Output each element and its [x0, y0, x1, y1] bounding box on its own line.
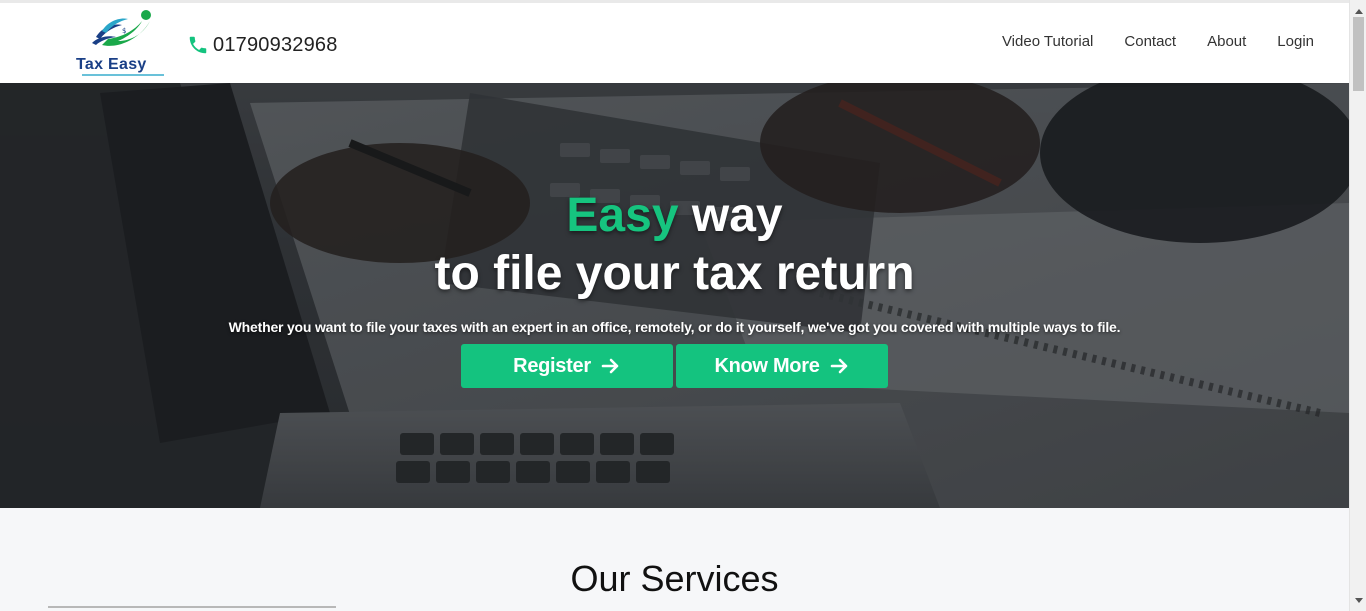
nav-link-video-tutorial[interactable]: Video Tutorial — [1002, 33, 1093, 50]
scrollbar-thumb[interactable] — [1353, 17, 1364, 91]
services-title: Our Services — [570, 558, 779, 599]
arrow-right-icon — [830, 358, 847, 374]
hero-section: Easy way to file your tax return Whether… — [0, 83, 1349, 508]
hero-title-line1: way — [691, 189, 783, 242]
nav-link-about[interactable]: About — [1207, 33, 1246, 50]
nav-link-login[interactable]: Login — [1277, 33, 1314, 50]
arrow-right-icon — [601, 358, 619, 374]
know-more-button[interactable]: Know More — [676, 344, 888, 388]
logo-text: Tax Easy — [76, 56, 147, 73]
hero-title-accent: Easy — [566, 189, 679, 242]
nav-link-contact[interactable]: Contact — [1124, 33, 1176, 50]
services-section: Our Services — [0, 508, 1349, 611]
scroll-down-arrow-icon[interactable] — [1350, 592, 1366, 609]
hero-title-line2: to file your tax return — [434, 247, 915, 300]
phone-contact[interactable]: 01790932968 — [187, 32, 338, 58]
know-more-button-label: Know More — [714, 354, 820, 377]
register-button[interactable]: Register — [461, 344, 673, 388]
phone-number: 01790932968 — [213, 33, 338, 56]
hero-title: Easy way to file your tax return — [0, 187, 1349, 303]
hero-buttons: Register Know More — [0, 344, 1349, 388]
navbar: $ Tax Easy 01790932968 Video Tutorial Co… — [0, 3, 1349, 83]
phone-icon — [189, 36, 207, 54]
logo-underline — [82, 74, 164, 76]
page: $ Tax Easy 01790932968 Video Tutorial Co… — [0, 0, 1349, 611]
logo[interactable]: $ Tax Easy — [76, 9, 168, 76]
bottom-divider — [48, 606, 336, 608]
svg-text:$: $ — [122, 27, 126, 35]
hero-subtitle: Whether you want to file your taxes with… — [228, 319, 1121, 335]
register-button-label: Register — [513, 354, 591, 377]
nav-links: Video Tutorial Contact About Login — [1002, 33, 1314, 50]
vertical-scrollbar[interactable] — [1349, 0, 1366, 611]
logo-mark-icon: $ — [92, 10, 151, 46]
